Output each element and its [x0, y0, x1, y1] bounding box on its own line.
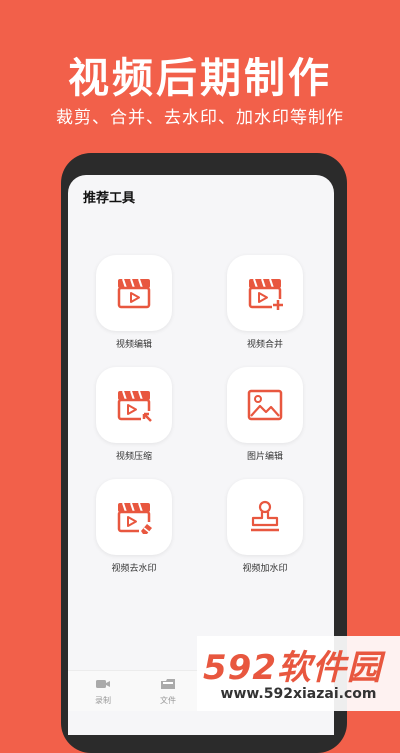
tool-remove-watermark-label: 视频去水印	[111, 564, 157, 574]
tool-add-watermark-label: 视频加水印	[242, 564, 288, 574]
promo-title: 视频后期制作	[68, 54, 332, 102]
tool-video-merge-label: 视频合并	[246, 340, 283, 350]
folder-icon	[161, 679, 175, 689]
tab-files[interactable]: 文件	[148, 675, 188, 706]
camera-icon	[96, 680, 110, 688]
promo-subtitle: 裁剪、合并、去水印、加水印等制作	[56, 108, 344, 128]
tab-files-label: 文件	[160, 696, 176, 705]
video-merge-icon	[248, 278, 284, 311]
tool-video-edit-label: 视频编辑	[115, 340, 152, 350]
tool-video-merge-tile[interactable]	[227, 255, 303, 331]
tab-record[interactable]: 录制	[83, 675, 123, 706]
tab-record-label: 录制	[95, 696, 111, 705]
tool-add-watermark[interactable]: 视频加水印	[225, 479, 305, 574]
tool-video-merge[interactable]: 视频合并	[225, 255, 305, 350]
tool-remove-watermark-tile[interactable]	[96, 479, 172, 555]
tool-remove-watermark[interactable]: 视频去水印	[94, 479, 174, 574]
tool-image-edit-label: 图片编辑	[246, 452, 283, 462]
stamp-icon	[251, 500, 279, 532]
tool-video-compress[interactable]: 视频压缩	[94, 367, 174, 462]
tool-image-edit[interactable]: 图片编辑	[225, 367, 305, 462]
tool-video-compress-label: 视频压缩	[115, 452, 152, 462]
watermark-logo: 592软件园	[203, 648, 382, 688]
video-clapper-icon	[117, 278, 151, 309]
image-icon	[247, 389, 283, 421]
tool-video-edit-tile[interactable]	[96, 255, 172, 331]
video-eraser-icon	[117, 502, 154, 535]
video-compress-icon	[117, 390, 153, 423]
watermark-url: www.592xiazai.com	[220, 686, 377, 702]
tool-add-watermark-tile[interactable]	[227, 479, 303, 555]
site-watermark: 592软件园 www.592xiazai.com	[197, 636, 400, 711]
tool-video-compress-tile[interactable]	[96, 367, 172, 443]
tool-video-edit[interactable]: 视频编辑	[94, 255, 174, 350]
tool-image-edit-tile[interactable]	[227, 367, 303, 443]
section-title: 推荐工具	[83, 191, 136, 206]
